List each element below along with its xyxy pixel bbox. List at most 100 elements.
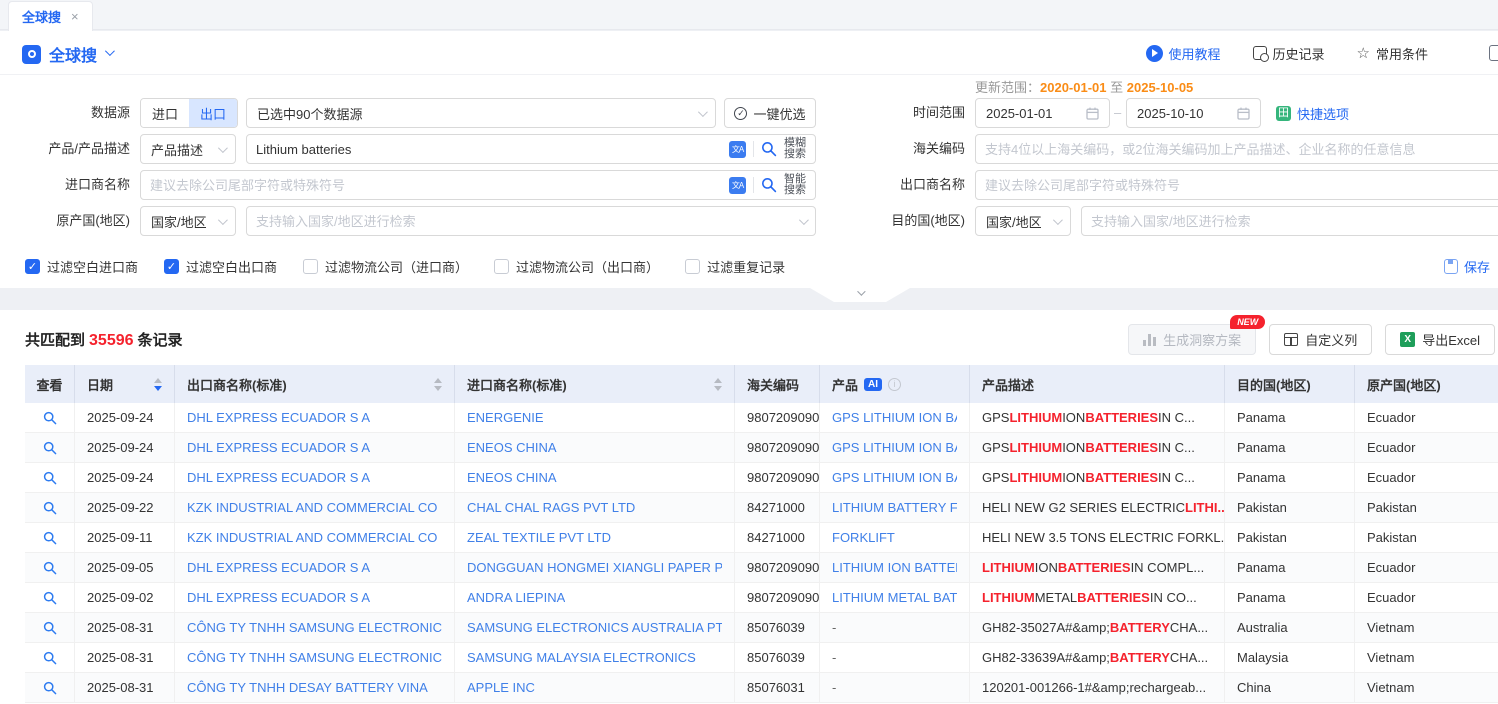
view-magnifier-icon[interactable] — [43, 441, 57, 455]
importer-link[interactable]: APPLE INC — [467, 680, 535, 695]
checkbox-icon[interactable]: ✓ — [25, 259, 40, 274]
importer-link[interactable]: DONGGUAN HONGMEI XIANGLI PAPER PR... — [467, 560, 722, 575]
fuzzy-search-icon[interactable] — [761, 141, 777, 157]
importer-link[interactable]: ANDRA LIEPINA — [467, 590, 565, 605]
importer-name-input[interactable] — [150, 178, 722, 193]
filter-checkbox[interactable]: ✓过滤空白进口商 — [25, 257, 138, 276]
view-details-button[interactable] — [25, 553, 75, 583]
view-magnifier-icon[interactable] — [43, 411, 57, 425]
product-link[interactable]: GPS LITHIUM ION BAT... — [832, 470, 957, 485]
smart-search-button[interactable]: 智能搜索 — [784, 174, 806, 196]
filter-checkbox[interactable]: ✓过滤空白出口商 — [164, 257, 277, 276]
exporter-link[interactable]: KZK INDUSTRIAL AND COMMERCIAL CO — [187, 500, 437, 515]
time-range-label: 时间范围 — [850, 98, 965, 128]
importer-link[interactable]: CHAL CHAL RAGS PVT LTD — [467, 500, 635, 515]
cell-origin: Ecuador — [1355, 433, 1498, 463]
view-details-button[interactable] — [25, 403, 75, 433]
one-click-optimize-button[interactable]: ✓ 一键优选 — [724, 98, 816, 128]
view-magnifier-icon[interactable] — [43, 561, 57, 575]
importer-link[interactable]: SAMSUNG ELECTRONICS AUSTRALIA PTY — [467, 620, 722, 635]
view-details-button[interactable] — [25, 433, 75, 463]
view-magnifier-icon[interactable] — [43, 471, 57, 485]
product-link[interactable]: LITHIUM BATTERY FO... — [832, 500, 957, 515]
tab-global-search[interactable]: 全球搜 × — [8, 1, 93, 31]
checkbox-icon[interactable]: ✓ — [164, 259, 179, 274]
column-header-date[interactable]: 日期 — [75, 365, 175, 403]
translate-icon[interactable]: 文A — [729, 141, 746, 158]
origin-type-select[interactable]: 国家/地区 — [140, 206, 236, 236]
exporter-link[interactable]: CÔNG TY TNHH SAMSUNG ELECTRONICS ... — [187, 650, 442, 665]
exporter-link[interactable]: DHL EXPRESS ECUADOR S A — [187, 560, 370, 575]
product-link[interactable]: LITHIUM ION BATTERY — [832, 560, 957, 575]
view-magnifier-icon[interactable] — [43, 591, 57, 605]
view-details-button[interactable] — [25, 463, 75, 493]
product-link[interactable]: LITHIUM METAL BATT... — [832, 590, 957, 605]
product-input[interactable] — [256, 142, 722, 157]
product-link[interactable]: GPS LITHIUM ION BAT... — [832, 410, 957, 425]
translate-icon[interactable]: 文A — [729, 177, 746, 194]
tutorial-link[interactable]: 使用教程 — [1146, 44, 1221, 63]
smart-search-icon[interactable] — [761, 177, 777, 193]
generate-insight-button[interactable]: 生成洞察方案 NEW — [1128, 324, 1256, 355]
filter-checkbox[interactable]: 过滤重复记录 — [685, 257, 785, 276]
filter-checkbox[interactable]: 过滤物流公司（出口商） — [494, 257, 659, 276]
view-magnifier-icon[interactable] — [43, 651, 57, 665]
checkbox-icon[interactable] — [494, 259, 509, 274]
sort-icons[interactable] — [706, 378, 722, 391]
history-link[interactable]: 历史记录 — [1253, 44, 1325, 63]
collapse-panel-button[interactable] — [810, 288, 910, 302]
saved-conditions-link[interactable]: ☆ 常用条件 — [1357, 44, 1428, 63]
checkbox-icon[interactable] — [685, 259, 700, 274]
view-magnifier-icon[interactable] — [43, 621, 57, 635]
exporter-link[interactable]: DHL EXPRESS ECUADOR S A — [187, 470, 370, 485]
export-toggle[interactable]: 出口 — [189, 99, 237, 127]
data-source-select[interactable]: 已选中90个数据源 — [246, 98, 716, 128]
date-from-input[interactable]: 2025-01-01 — [975, 98, 1110, 128]
importer-link[interactable]: ENEOS CHINA — [467, 470, 557, 485]
exporter-link[interactable]: DHL EXPRESS ECUADOR S A — [187, 590, 370, 605]
exporter-name-input[interactable] — [985, 178, 1498, 193]
product-type-select[interactable]: 产品描述 — [140, 134, 236, 164]
checkbox-icon[interactable] — [303, 259, 318, 274]
destination-country-input[interactable] — [1091, 214, 1498, 229]
origin-country-input[interactable] — [256, 214, 792, 229]
view-details-button[interactable] — [25, 613, 75, 643]
column-header-exporter[interactable]: 出口商名称(标准) — [175, 365, 455, 403]
exporter-link[interactable]: KZK INDUSTRIAL AND COMMERCIAL CO — [187, 530, 437, 545]
export-excel-button[interactable]: X 导出Excel — [1385, 324, 1495, 355]
view-details-button[interactable] — [25, 493, 75, 523]
view-details-button[interactable] — [25, 643, 75, 673]
importer-link[interactable]: ENERGENIE — [467, 410, 544, 425]
filter-checkbox[interactable]: 过滤物流公司（进口商） — [303, 257, 468, 276]
clipped-link-icon[interactable] — [1489, 45, 1498, 61]
info-icon[interactable]: i — [888, 378, 901, 391]
view-details-button[interactable] — [25, 673, 75, 703]
customize-columns-button[interactable]: 自定义列 — [1269, 324, 1372, 355]
exporter-link[interactable]: DHL EXPRESS ECUADOR S A — [187, 440, 370, 455]
sort-icons[interactable] — [426, 378, 442, 391]
save-conditions-button[interactable]: 保存 — [1444, 257, 1490, 276]
view-magnifier-icon[interactable] — [43, 531, 57, 545]
fuzzy-search-button[interactable]: 模糊搜索 — [784, 138, 806, 160]
importer-link[interactable]: ENEOS CHINA — [467, 440, 557, 455]
exporter-link[interactable]: CÔNG TY TNHH DESAY BATTERY VINA — [187, 680, 428, 695]
column-header-importer[interactable]: 进口商名称(标准) — [455, 365, 735, 403]
view-magnifier-icon[interactable] — [43, 501, 57, 515]
view-details-button[interactable] — [25, 523, 75, 553]
product-link[interactable]: FORKLIFT — [832, 530, 895, 545]
tab-close-icon[interactable]: × — [71, 9, 79, 24]
module-switcher[interactable]: 全球搜 — [22, 42, 112, 66]
sort-icons[interactable] — [146, 378, 162, 391]
quick-options-link[interactable]: 田 快捷选项 — [1276, 98, 1349, 128]
exporter-link[interactable]: CÔNG TY TNHH SAMSUNG ELECTRONICS ... — [187, 620, 442, 635]
view-details-button[interactable] — [25, 583, 75, 613]
hs-code-input[interactable] — [985, 142, 1498, 157]
destination-type-select[interactable]: 国家/地区 — [975, 206, 1071, 236]
import-toggle[interactable]: 进口 — [141, 99, 189, 127]
product-link[interactable]: GPS LITHIUM ION BAT... — [832, 440, 957, 455]
date-to-input[interactable]: 2025-10-10 — [1126, 98, 1261, 128]
importer-link[interactable]: SAMSUNG MALAYSIA ELECTRONICS — [467, 650, 696, 665]
view-magnifier-icon[interactable] — [43, 681, 57, 695]
exporter-link[interactable]: DHL EXPRESS ECUADOR S A — [187, 410, 370, 425]
importer-link[interactable]: ZEAL TEXTILE PVT LTD — [467, 530, 611, 545]
